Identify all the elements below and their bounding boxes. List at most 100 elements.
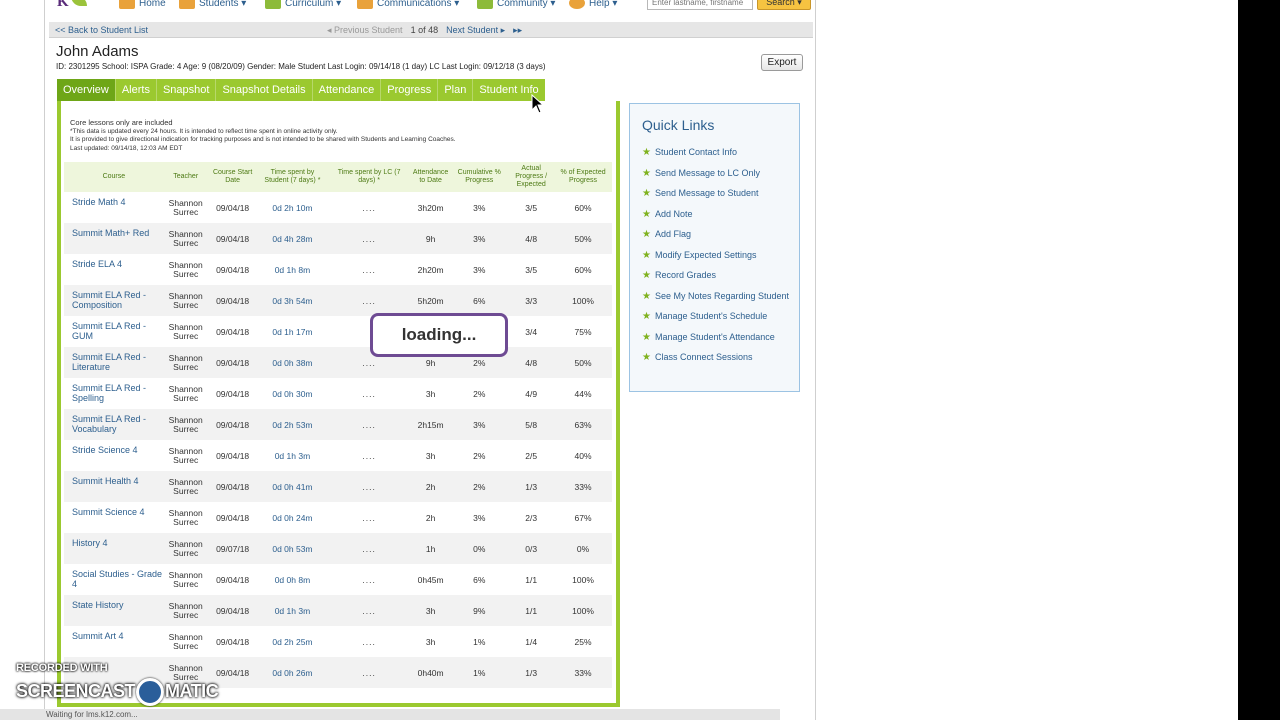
- loading-indicator: loading...: [370, 313, 508, 357]
- course-cell[interactable]: Summit Math+ Red: [64, 223, 164, 254]
- quick-link-label[interactable]: Send Message to LC Only: [655, 168, 760, 179]
- lc-time-cell: ....: [362, 388, 376, 399]
- lc-time-cell: ....: [362, 574, 376, 585]
- nav-curriculum[interactable]: Curriculum ▾: [265, 0, 341, 10]
- attendance-cell: 2h15m: [410, 409, 451, 440]
- quick-link-label[interactable]: Student Contact Info: [655, 147, 737, 158]
- student-time-cell[interactable]: 0d 0h 24m: [258, 502, 328, 533]
- student-time-cell[interactable]: 0d 2h 10m: [258, 192, 328, 223]
- quick-link-item[interactable]: ★ Manage Student's Attendance: [642, 332, 798, 343]
- course-cell[interactable]: State History: [64, 595, 164, 626]
- course-cell[interactable]: Stride Math 4: [64, 192, 164, 223]
- course-cell[interactable]: Social Studies - Grade 4: [64, 564, 164, 595]
- quick-link-item[interactable]: ★ Send Message to LC Only: [642, 168, 798, 179]
- tab-snapshot-details[interactable]: Snapshot Details: [216, 79, 313, 101]
- quick-link-label[interactable]: Record Grades: [655, 270, 716, 281]
- student-time-cell[interactable]: 0d 1h 3m: [257, 595, 328, 626]
- quick-link-item[interactable]: ★ Add Flag: [642, 229, 798, 240]
- header-lc-time[interactable]: Time spent by LC (7 days) *: [327, 162, 411, 192]
- course-cell[interactable]: History 4: [64, 533, 164, 564]
- k12-logo[interactable]: K: [57, 0, 97, 12]
- course-cell[interactable]: Summit ELA Red - Vocabulary: [64, 409, 164, 440]
- quick-link-label[interactable]: See My Notes Regarding Student: [655, 291, 789, 302]
- search-button[interactable]: Search ▾: [757, 0, 811, 10]
- tab-plan[interactable]: Plan: [438, 79, 474, 101]
- course-cell[interactable]: Stride ELA 4: [64, 254, 164, 285]
- student-time-cell[interactable]: 0d 0h 8m: [258, 564, 328, 595]
- tab-alerts[interactable]: Alerts: [115, 79, 157, 101]
- quick-link-label[interactable]: Add Flag: [655, 229, 691, 240]
- quick-link-label[interactable]: Class Connect Sessions: [655, 352, 753, 363]
- header-percent-expected[interactable]: % of Expected Progress: [554, 162, 612, 192]
- student-time-cell[interactable]: 0d 0h 41m: [257, 471, 328, 502]
- teacher-cell: Shannon Surrec: [163, 533, 208, 564]
- quick-link-label[interactable]: Send Message to Student: [655, 188, 759, 199]
- cumulative-progress-cell: 3%: [450, 409, 509, 440]
- header-actual-expected[interactable]: Actual Progress / Expected: [508, 162, 555, 192]
- actual-expected-cell: 1/1: [508, 595, 555, 626]
- course-cell[interactable]: Summit Science 4: [64, 502, 164, 533]
- header-teacher[interactable]: Teacher: [163, 162, 208, 192]
- student-time-cell[interactable]: 0d 0h 26m: [257, 657, 328, 688]
- last-student-link[interactable]: ▸▸: [513, 25, 522, 36]
- quick-link-item[interactable]: ★ Record Grades: [642, 270, 798, 281]
- lc-time-cell: ....: [362, 636, 376, 647]
- table-row: Summit ELA Red - GUM Shannon Surrec 09/04/…: [64, 316, 612, 347]
- student-time-cell[interactable]: 0d 2h 53m: [257, 409, 328, 440]
- tab-attendance[interactable]: Attendance: [312, 79, 382, 101]
- student-time-cell[interactable]: 0d 1h 17m: [258, 316, 328, 347]
- quick-link-item[interactable]: ★ Add Note: [642, 209, 798, 220]
- course-cell[interactable]: Summit ELA Red - Spelling: [64, 378, 164, 409]
- start-date-cell: 09/04/18: [207, 285, 258, 316]
- header-cumulative-progress[interactable]: Cumulative % Progress: [450, 162, 509, 192]
- student-search-input[interactable]: [647, 0, 753, 10]
- nav-community[interactable]: Community ▾: [477, 0, 555, 10]
- quick-link-item[interactable]: ★ Class Connect Sessions: [642, 352, 798, 363]
- course-cell[interactable]: Summit ELA Red - GUM: [64, 316, 164, 347]
- tab-progress[interactable]: Progress: [381, 79, 439, 101]
- student-time-cell[interactable]: 0d 1h 3m: [258, 440, 328, 471]
- quick-link-item[interactable]: ★ See My Notes Regarding Student: [642, 291, 798, 302]
- next-student-link[interactable]: Next Student ▸: [446, 25, 505, 36]
- quick-link-label[interactable]: Manage Student's Attendance: [655, 332, 775, 343]
- student-time-cell[interactable]: 0d 4h 28m: [257, 223, 328, 254]
- course-cell[interactable]: Stride Science 4: [64, 440, 164, 471]
- quick-link-label[interactable]: Add Note: [655, 209, 693, 220]
- header-student-time[interactable]: Time spent by Student (7 days) *: [257, 162, 328, 192]
- student-time-cell[interactable]: 0d 0h 30m: [258, 378, 328, 409]
- quick-link-item[interactable]: ★ Modify Expected Settings: [642, 250, 798, 261]
- header-course[interactable]: Course: [64, 162, 164, 192]
- student-time-cell[interactable]: 0d 0h 53m: [257, 533, 328, 564]
- percent-expected-cell: 63%: [554, 409, 612, 440]
- course-cell[interactable]: Summit Art 4: [64, 626, 164, 657]
- export-button[interactable]: Export: [761, 54, 803, 71]
- cumulative-progress-cell: 6%: [450, 285, 509, 316]
- course-cell[interactable]: Summit ELA Red - Composition: [64, 285, 164, 316]
- nav-students[interactable]: Students ▾: [179, 0, 246, 10]
- tab-overview[interactable]: Overview: [57, 79, 116, 101]
- nav-home[interactable]: Home: [119, 0, 166, 10]
- student-time-cell[interactable]: 0d 2h 25m: [258, 626, 328, 657]
- student-time-cell[interactable]: 0d 3h 54m: [257, 285, 328, 316]
- student-time-cell[interactable]: 0d 1h 8m: [258, 254, 328, 285]
- teacher-cell: Shannon Surrec: [168, 507, 203, 527]
- quick-link-item[interactable]: ★ Send Message to Student: [642, 188, 798, 199]
- course-cell[interactable]: Summit ELA Red - Literature: [64, 347, 164, 378]
- previous-student-link[interactable]: ◂ Previous Student: [327, 25, 403, 36]
- quick-link-label[interactable]: Modify Expected Settings: [655, 250, 757, 261]
- header-start-date[interactable]: Course Start Date: [207, 162, 258, 192]
- nav-help[interactable]: Help ▾: [569, 0, 617, 10]
- teacher-cell: Shannon Surrec: [168, 321, 203, 341]
- data-notes: Core lessons only are included *This dat…: [70, 118, 456, 153]
- course-cell[interactable]: Summit Health 4: [64, 471, 164, 502]
- quick-link-item[interactable]: ★ Student Contact Info: [642, 147, 798, 158]
- cumulative-progress-cell: 3%: [473, 202, 486, 213]
- nav-communications[interactable]: Communications ▾: [357, 0, 459, 10]
- back-to-student-list-link[interactable]: << Back to Student List: [55, 25, 148, 35]
- star-icon: ★: [642, 208, 651, 220]
- quick-link-label[interactable]: Manage Student's Schedule: [655, 311, 767, 322]
- student-time-cell[interactable]: 0d 0h 38m: [257, 347, 328, 378]
- tab-snapshot[interactable]: Snapshot: [156, 79, 217, 101]
- quick-link-item[interactable]: ★ Manage Student's Schedule: [642, 311, 798, 322]
- header-attendance[interactable]: Attendance to Date: [410, 162, 451, 192]
